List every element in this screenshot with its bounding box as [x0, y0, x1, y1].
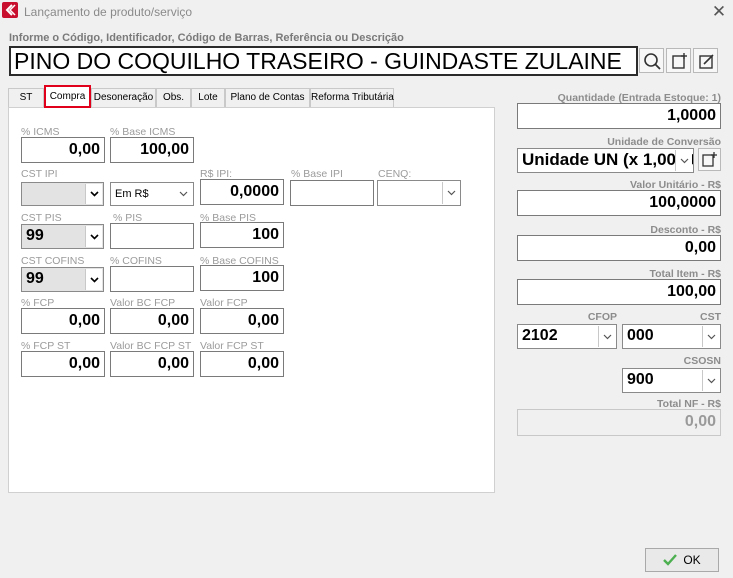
cst-pis-label: CST PIS [21, 212, 62, 224]
edit-product-button[interactable] [693, 48, 718, 73]
chevron-down-icon[interactable] [175, 184, 192, 204]
search-icon [644, 53, 661, 70]
cst-label: CST [700, 311, 721, 323]
add-unit-button[interactable] [698, 148, 721, 171]
unidade-value: Unidade UN (x 1,0000) [522, 150, 694, 169]
chevron-down-icon[interactable] [702, 370, 719, 391]
chevron-down-icon[interactable] [85, 269, 102, 290]
cfop-select[interactable]: 2102 [517, 324, 617, 349]
csosn-value: 900 [627, 371, 654, 388]
compra-panel [8, 107, 495, 493]
base-cofins-field[interactable]: 100 [200, 265, 284, 291]
fcp-st-value-field[interactable]: 0,00 [200, 351, 284, 377]
tab-reforma-tributaria[interactable]: Reforma Tributária [310, 88, 394, 107]
bc-fcp-field[interactable]: 0,00 [110, 308, 194, 334]
cenq-label: CENQ: [378, 168, 412, 180]
tab-plano-de-contas[interactable]: Plano de Contas [225, 88, 310, 107]
close-icon[interactable]: ✕ [707, 1, 731, 23]
product-search-input[interactable]: PINO DO COQUILHO TRASEIRO - GUINDASTE ZU… [9, 46, 638, 76]
new-product-button[interactable] [666, 48, 691, 73]
base-pis-field[interactable]: 100 [200, 222, 284, 248]
ipi-unit-select[interactable]: Em R$ [110, 182, 194, 206]
quantidade-field[interactable]: 1,0000 [517, 103, 721, 129]
tab-compra[interactable]: Compra [44, 85, 91, 108]
total-nf-field: 0,00 [517, 409, 721, 436]
ipi-unit-value: Em R$ [115, 188, 149, 200]
cst-ipi-select[interactable] [21, 182, 104, 206]
add-document-icon [672, 53, 687, 69]
cenq-select[interactable] [377, 180, 461, 206]
unidade-label: Unidade de Conversão [607, 136, 721, 148]
base-ipi-field[interactable] [290, 180, 374, 206]
fcp-value-field[interactable]: 0,00 [200, 308, 284, 334]
total-item-field[interactable]: 100,00 [517, 279, 721, 305]
chevron-down-icon[interactable] [598, 326, 615, 347]
csosn-select[interactable]: 900 [622, 368, 721, 393]
cst-value: 000 [627, 327, 654, 344]
fcp-pct-field[interactable]: 0,00 [21, 308, 105, 334]
chevron-down-icon[interactable] [702, 326, 719, 347]
fcp-st-pct-field[interactable]: 0,00 [21, 351, 105, 377]
desconto-field[interactable]: 0,00 [517, 235, 721, 261]
app-logo-icon [2, 2, 18, 18]
base-ipi-label: % Base IPI [291, 168, 343, 180]
pis-pct-field[interactable] [110, 223, 194, 249]
ok-button[interactable]: OK [645, 548, 719, 572]
chevron-down-icon[interactable] [85, 226, 102, 247]
cfop-label: CFOP [587, 311, 617, 323]
ok-label: OK [683, 553, 701, 567]
csosn-label: CSOSN [683, 355, 721, 367]
edit-icon [699, 54, 714, 69]
tab-obs[interactable]: Obs. [156, 88, 191, 107]
cfop-value: 2102 [522, 327, 558, 344]
checkmark-icon [663, 554, 678, 566]
tab-desoneracao[interactable]: Desoneração [91, 88, 156, 107]
cofins-pct-field[interactable] [110, 266, 194, 292]
valor-unitario-field[interactable]: 100,0000 [517, 190, 721, 216]
chevron-down-icon[interactable] [442, 182, 459, 204]
tab-lote[interactable]: Lote [191, 88, 225, 107]
chevron-down-icon[interactable] [85, 184, 102, 204]
base-icms-field[interactable]: 100,00 [110, 137, 194, 163]
window-title: Lançamento de produto/serviço [24, 5, 193, 19]
search-button[interactable] [639, 48, 664, 73]
rs-ipi-field[interactable]: 0,0000 [200, 179, 284, 205]
chevron-down-icon[interactable] [675, 150, 692, 171]
cst-select[interactable]: 000 [622, 324, 721, 349]
icms-pct-field[interactable]: 0,00 [21, 137, 105, 163]
tab-st[interactable]: ST [8, 88, 44, 107]
bc-fcp-st-field[interactable]: 0,00 [110, 351, 194, 377]
unidade-select[interactable]: Unidade UN (x 1,0000) [517, 148, 694, 173]
cst-cofins-label: CST COFINS [21, 255, 85, 267]
cst-pis-value: 99 [26, 227, 44, 244]
cst-cofins-select[interactable]: 99 [21, 267, 104, 292]
cst-ipi-label: CST IPI [21, 168, 58, 180]
cst-pis-select[interactable]: 99 [21, 224, 104, 249]
add-document-icon [702, 152, 717, 167]
search-hint: Informe o Código, Identificador, Código … [9, 32, 404, 44]
cst-cofins-value: 99 [26, 270, 44, 287]
